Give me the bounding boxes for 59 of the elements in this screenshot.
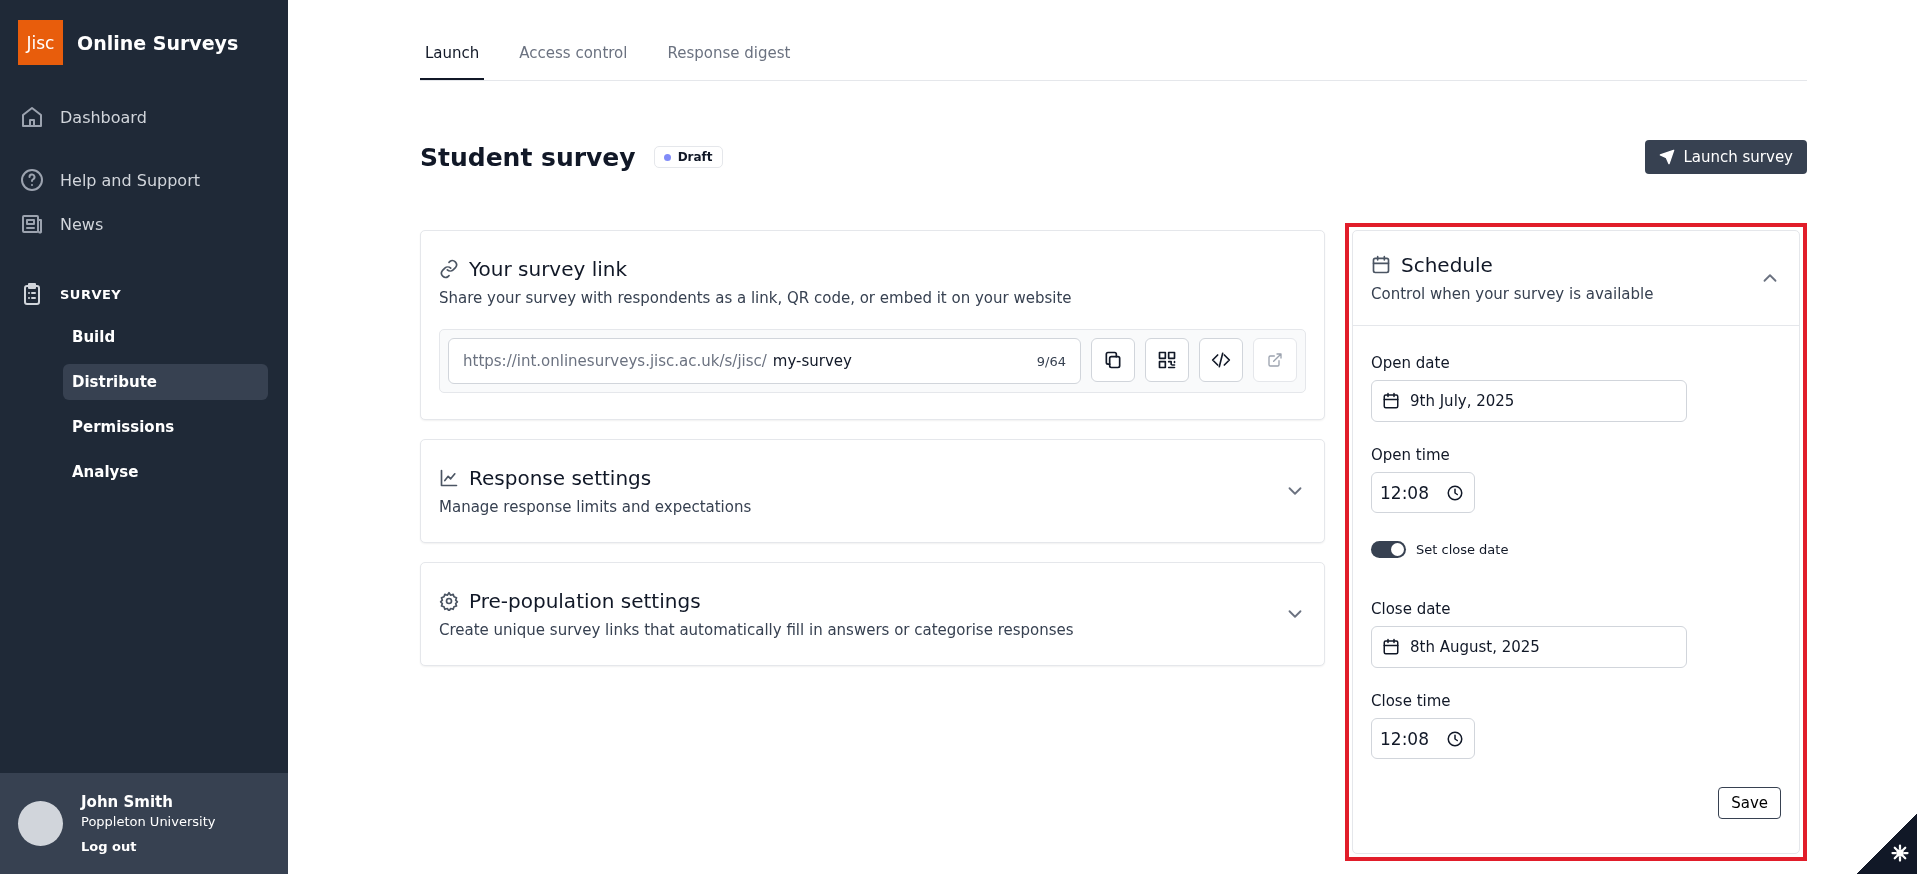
app-name: Online Surveys: [77, 31, 239, 54]
survey-link-field[interactable]: https://int.onlinesurveys.jisc.ac.uk/s/jisc/ my-survey 9/64: [448, 338, 1081, 384]
external-link-icon: [1267, 352, 1283, 368]
tab[interactable]: Launch: [420, 32, 485, 80]
card-title: Your survey link: [469, 257, 628, 281]
field-label: Close date: [1371, 600, 1452, 618]
card-description: Create unique survey links that automatically fill in answers or categorise responses: [439, 621, 1075, 639]
status-badge: Draft: [653, 146, 723, 168]
time-field[interactable]: 12:08: [1371, 472, 1475, 513]
character-counter: 9/64: [1036, 353, 1066, 369]
copy-icon: [1103, 350, 1123, 370]
avatar: [18, 801, 63, 846]
newspaper-icon: [20, 212, 44, 236]
home-icon: [20, 105, 44, 129]
tab[interactable]: Response digest: [662, 32, 796, 80]
user-organisation: Poppleton University: [81, 814, 216, 829]
send-icon: [1659, 149, 1676, 165]
nav-subitem[interactable]: Analyse: [63, 454, 268, 490]
logo[interactable]: Jisc: [18, 20, 63, 65]
nav-item[interactable]: Help and Support: [20, 158, 268, 202]
card-title: Schedule: [1401, 253, 1493, 277]
nav-item[interactable]: Dashboard: [20, 95, 268, 139]
nav-subitem[interactable]: Distribute: [63, 364, 268, 400]
calendar-icon: [1371, 255, 1391, 275]
nav-item[interactable]: News: [20, 202, 268, 246]
qr-code-button[interactable]: [1145, 338, 1189, 382]
card-title: Response settings: [469, 466, 652, 490]
toggle-label: Set close date: [1416, 542, 1509, 557]
help-icon: [20, 168, 44, 192]
toggle-switch[interactable]: [1371, 541, 1406, 558]
save-button[interactable]: Save: [1718, 787, 1781, 819]
code-icon: [1211, 350, 1231, 370]
nav-subitem[interactable]: Build: [63, 319, 268, 355]
date-field[interactable]: 9th July, 2025: [1371, 380, 1687, 422]
calendar-icon: [1382, 392, 1400, 410]
link-icon: [439, 259, 459, 279]
field-label: Open time: [1371, 446, 1451, 464]
copy-button[interactable]: [1091, 338, 1135, 382]
clock-icon: [1446, 483, 1464, 502]
card-description: Control when your survey is available: [1371, 285, 1655, 303]
clock-icon: [1446, 729, 1464, 748]
date-field[interactable]: 8th August, 2025: [1371, 626, 1687, 668]
card-description: Share your survey with respondents as a link, QR code, or embed it on your website: [439, 289, 1073, 307]
nav-subitem[interactable]: Permissions: [63, 409, 268, 445]
card-title: Pre-population settings: [469, 589, 701, 613]
field-label: Open date: [1371, 354, 1451, 372]
qr-code-icon: [1157, 350, 1177, 370]
card-description: Manage response limits and expectations: [439, 498, 753, 516]
line-chart-icon: [439, 468, 459, 488]
logout-link[interactable]: Log out: [81, 839, 216, 854]
user-name: John Smith: [81, 793, 174, 811]
time-field[interactable]: 12:08: [1371, 718, 1475, 759]
page-title: Student survey: [420, 142, 636, 172]
calendar-icon: [1382, 638, 1400, 656]
field-label: Close time: [1371, 692, 1452, 710]
tab[interactable]: Access control: [514, 32, 633, 80]
section-heading: SURVEY: [60, 286, 122, 302]
launch-survey-button[interactable]: Launch survey: [1645, 140, 1807, 174]
embed-code-button[interactable]: [1199, 338, 1243, 382]
